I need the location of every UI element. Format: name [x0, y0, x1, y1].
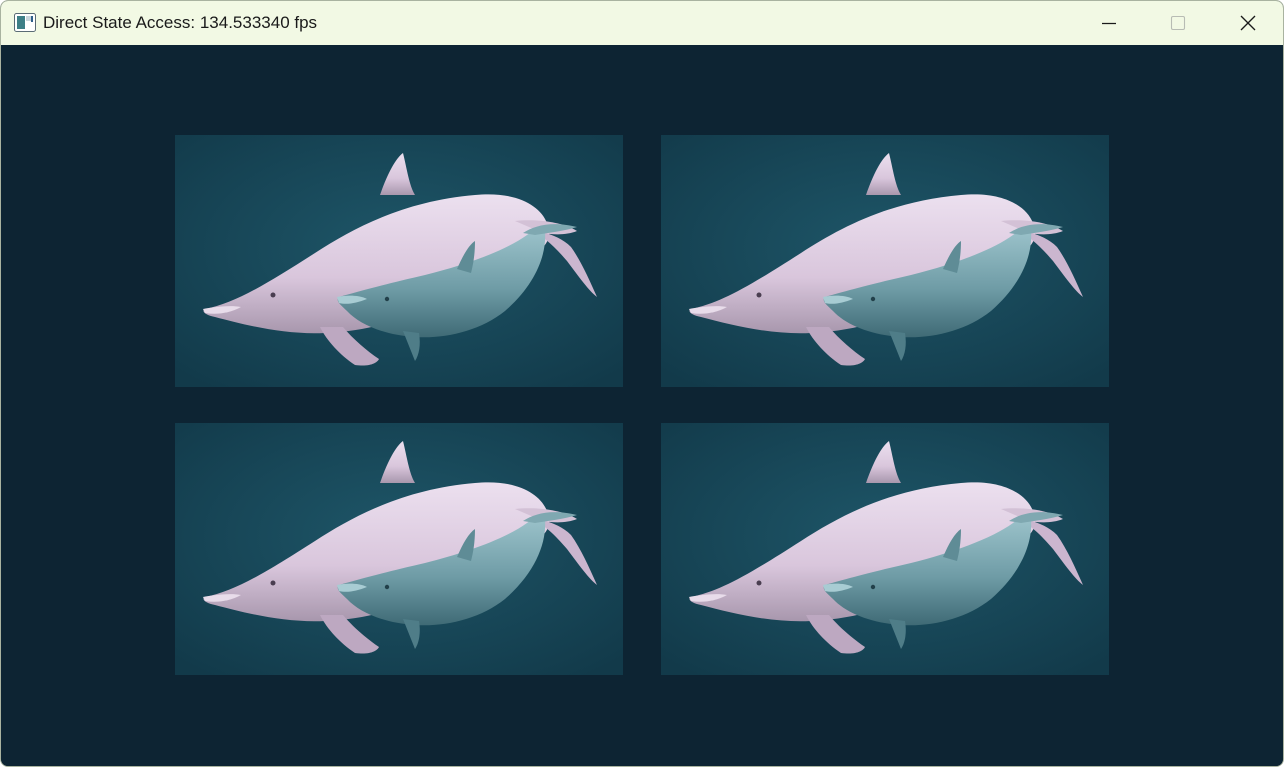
minimize-button[interactable]	[1073, 1, 1143, 45]
dolphins-image	[661, 423, 1109, 675]
render-viewport[interactable]	[1, 45, 1283, 766]
maximize-button[interactable]	[1142, 1, 1212, 45]
window-app-icon	[14, 13, 36, 32]
texture-tile-bottom-left	[175, 423, 623, 675]
title-bar[interactable]: Direct State Access: 134.533340 fps	[1, 1, 1283, 45]
close-button[interactable]	[1213, 1, 1283, 45]
window-title: Direct State Access: 134.533340 fps	[43, 13, 318, 32]
texture-tile-top-right	[661, 135, 1109, 387]
texture-tile-bottom-right	[661, 423, 1109, 675]
texture-tile-top-left	[175, 135, 623, 387]
dolphins-image	[175, 423, 623, 675]
app-window: Direct State Access: 134.533340 fps	[0, 0, 1284, 767]
dolphins-image	[661, 135, 1109, 387]
dolphins-image	[175, 135, 623, 387]
